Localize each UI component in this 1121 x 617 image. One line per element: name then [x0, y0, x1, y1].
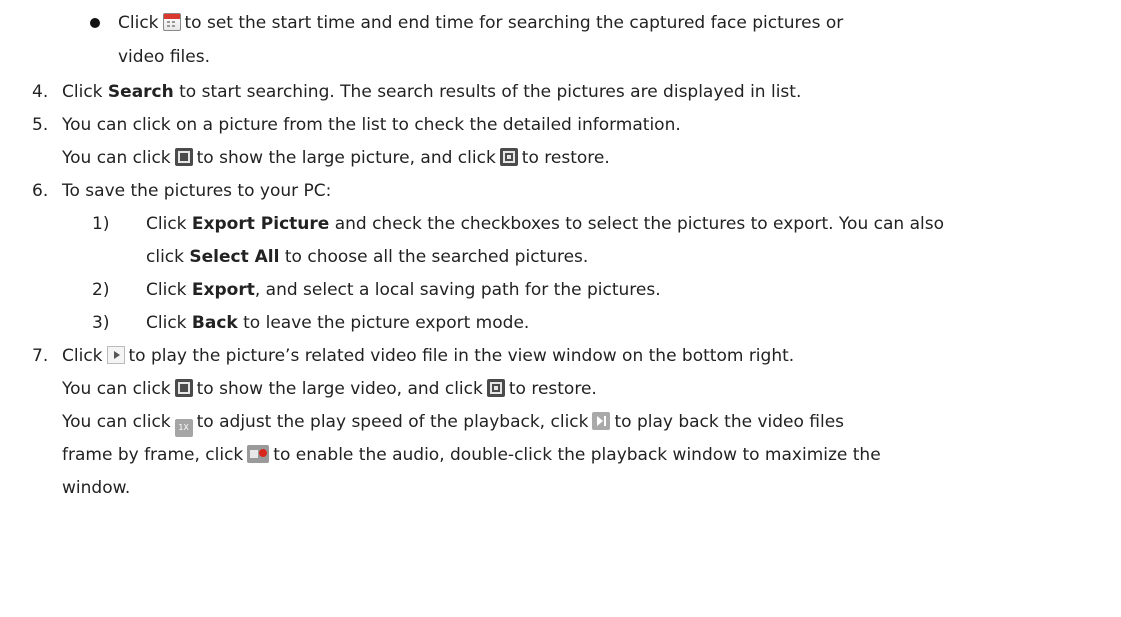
substep-number: 1): [92, 214, 110, 234]
step-number: 4.: [32, 82, 49, 102]
bullet-line-2: video files.: [118, 47, 210, 67]
step-7-line-3: You can click 1X to adjust the play speed …: [62, 407, 844, 437]
step-number: 5.: [32, 115, 49, 135]
restore-icon: [499, 148, 518, 166]
step-5-line-2: You can click to show the large picture, …: [62, 148, 610, 168]
substep-number: 3): [92, 313, 110, 333]
substep-3-line: Click Back to leave the picture export m…: [146, 313, 530, 333]
step-number: 7.: [32, 346, 49, 366]
substep-number: 2): [92, 280, 110, 300]
step-6-line: To save the pictures to your PC:: [62, 181, 332, 201]
step-7-line-5: window.: [62, 478, 131, 498]
enlarge-icon: [174, 148, 193, 166]
step-7-line-2: You can click to show the large video, an…: [62, 379, 597, 399]
bullet-dot: [90, 18, 100, 28]
enlarge-icon: [174, 379, 193, 397]
audio-icon: [247, 445, 270, 463]
substep-2-line: Click Export, and select a local saving …: [146, 280, 661, 300]
step-4-line: Click Search to start searching. The sea…: [62, 82, 802, 102]
substep-1-line-1: Click Export Picture and check the check…: [146, 214, 944, 234]
restore-icon: [486, 379, 505, 397]
play-icon: [106, 346, 125, 364]
step-number: 6.: [32, 181, 49, 201]
step-5-line-1: You can click on a picture from the list…: [62, 115, 681, 135]
calendar-icon: [162, 13, 181, 31]
speed-icon: 1X: [174, 419, 193, 437]
frame-icon: [592, 412, 611, 430]
step-7-line-4: frame by frame, click to enable the audio…: [62, 445, 881, 465]
step-7-line-1: Click to play the picture’s related video…: [62, 346, 795, 366]
substep-1-line-2: click Select All to choose all the searc…: [146, 247, 589, 267]
bullet-line-1: Click to set the start time and end time …: [118, 13, 844, 33]
